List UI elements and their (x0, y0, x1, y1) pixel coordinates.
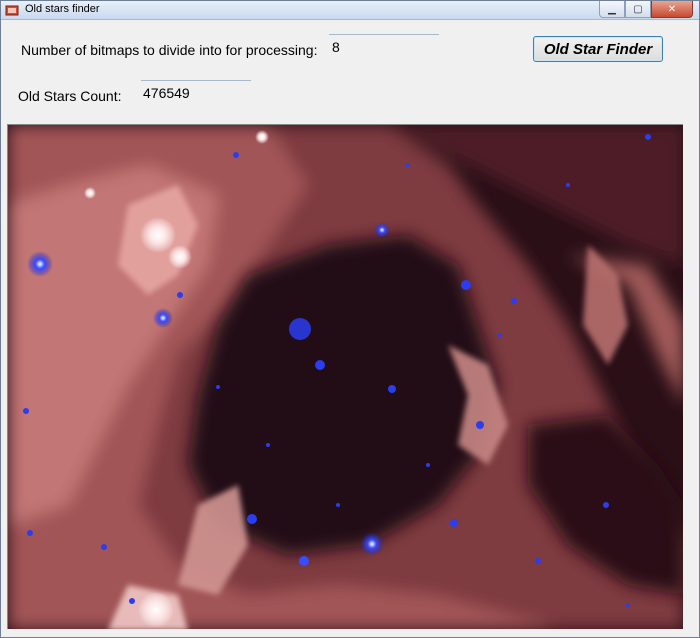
minimize-icon: ▁ (608, 3, 616, 15)
minimize-button[interactable]: ▁ (599, 1, 625, 18)
bitmaps-label: Number of bitmaps to divide into for pro… (21, 42, 318, 58)
image-side-strip (683, 124, 699, 629)
old-stars-count-value: 476549 (143, 85, 190, 101)
bitmaps-input[interactable]: 8 (332, 39, 340, 55)
app-window: Old stars finder ▁ ▢ ✕ Number of bitmaps… (0, 0, 700, 638)
app-icon (5, 5, 19, 16)
maximize-button[interactable]: ▢ (625, 1, 651, 18)
maximize-icon: ▢ (633, 3, 643, 15)
close-icon: ✕ (667, 3, 677, 15)
close-button[interactable]: ✕ (651, 1, 693, 18)
count-field-border (141, 80, 251, 81)
old-star-finder-button[interactable]: Old Star Finder (533, 36, 663, 62)
old-stars-count-label: Old Stars Count: (18, 88, 122, 104)
title-bar[interactable]: Old stars finder ▁ ▢ ✕ (1, 1, 699, 20)
window-title: Old stars finder (25, 3, 100, 15)
bitmaps-input-border (329, 34, 439, 35)
bottom-edge (1, 629, 699, 637)
nebula-image (7, 124, 685, 631)
caption-buttons: ▁ ▢ ✕ (599, 1, 693, 18)
nebula-picture (8, 125, 684, 630)
